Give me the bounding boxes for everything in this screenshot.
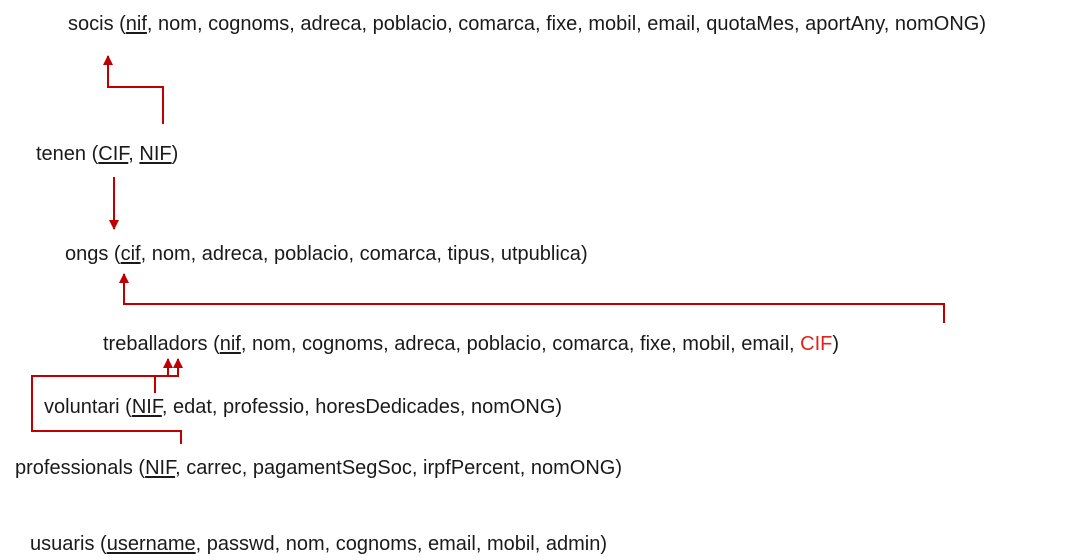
reference-arrows	[31, 55, 945, 444]
arrow-treballadors-to-ongs	[119, 273, 945, 323]
arrow-professionals-to-treballadors	[31, 358, 182, 444]
arrow-tenen-to-socis	[103, 55, 164, 124]
